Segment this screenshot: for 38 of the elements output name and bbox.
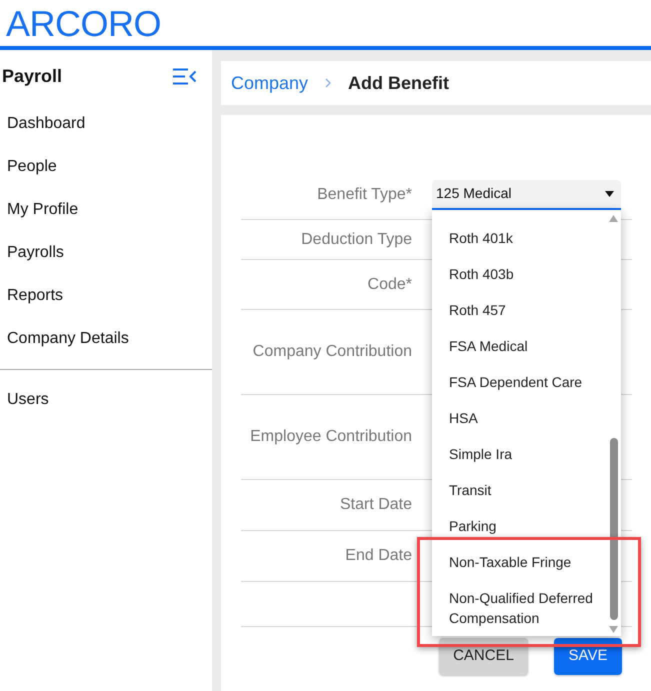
- field-label: Benefit Type*: [317, 184, 412, 204]
- dropdown-option[interactable]: Roth 457: [432, 300, 621, 320]
- scroll-down-icon[interactable]: [609, 626, 618, 632]
- sidebar-link[interactable]: Payrolls: [7, 240, 64, 264]
- dropdown-option[interactable]: Roth 403b: [432, 264, 621, 284]
- dropdown-option[interactable]: HSA: [432, 408, 621, 428]
- benefit-type-select[interactable]: 125 Medical: [432, 180, 621, 210]
- sidebar-link[interactable]: Users: [7, 388, 49, 412]
- scrollbar-thumb[interactable]: [610, 438, 618, 620]
- sidebar-link[interactable]: Company Details: [7, 326, 129, 350]
- dropdown-option[interactable]: FSA Dependent Care: [432, 372, 621, 392]
- field-label: Code*: [368, 274, 412, 294]
- field-label: Company Contribution: [252, 342, 412, 362]
- dropdown-option[interactable]: Non-Qualified Deferred Compensation: [432, 588, 621, 628]
- dropdown-option[interactable]: Non-Taxable Fringe: [432, 552, 621, 572]
- sidebar-link[interactable]: Dashboard: [7, 112, 86, 136]
- field-label: Employee Contribution: [250, 427, 412, 447]
- sidebar-link[interactable]: Reports: [7, 284, 64, 308]
- cancel-button[interactable]: CANCEL: [439, 638, 528, 675]
- save-button[interactable]: SAVE: [554, 638, 622, 675]
- dropdown-option[interactable]: Roth 401k: [432, 228, 621, 248]
- breadcrumb-current: Add Benefit: [348, 72, 450, 94]
- sidebar-title: Payroll: [2, 64, 62, 88]
- breadcrumb-link[interactable]: Company: [231, 70, 308, 96]
- dropdown-option[interactable]: Transit: [432, 480, 621, 500]
- dropdown-option[interactable]: Simple Ira: [432, 444, 621, 464]
- field-label: Start Date: [340, 495, 412, 515]
- sidebar-link[interactable]: My Profile: [7, 198, 78, 222]
- field-label: Deduction Type: [301, 230, 412, 250]
- arcoro-logo: ARCORO: [6, 6, 162, 42]
- dropdown-option[interactable]: FSA Medical: [432, 336, 621, 356]
- chevron-right-icon: [325, 78, 332, 88]
- field-label: End Date: [345, 546, 412, 566]
- menu-collapse-icon[interactable]: [172, 68, 197, 84]
- scroll-up-icon[interactable]: [609, 214, 618, 222]
- sidebar-link[interactable]: People: [7, 154, 57, 178]
- caret-down-icon: [605, 190, 614, 196]
- dropdown-option[interactable]: Parking: [432, 516, 621, 536]
